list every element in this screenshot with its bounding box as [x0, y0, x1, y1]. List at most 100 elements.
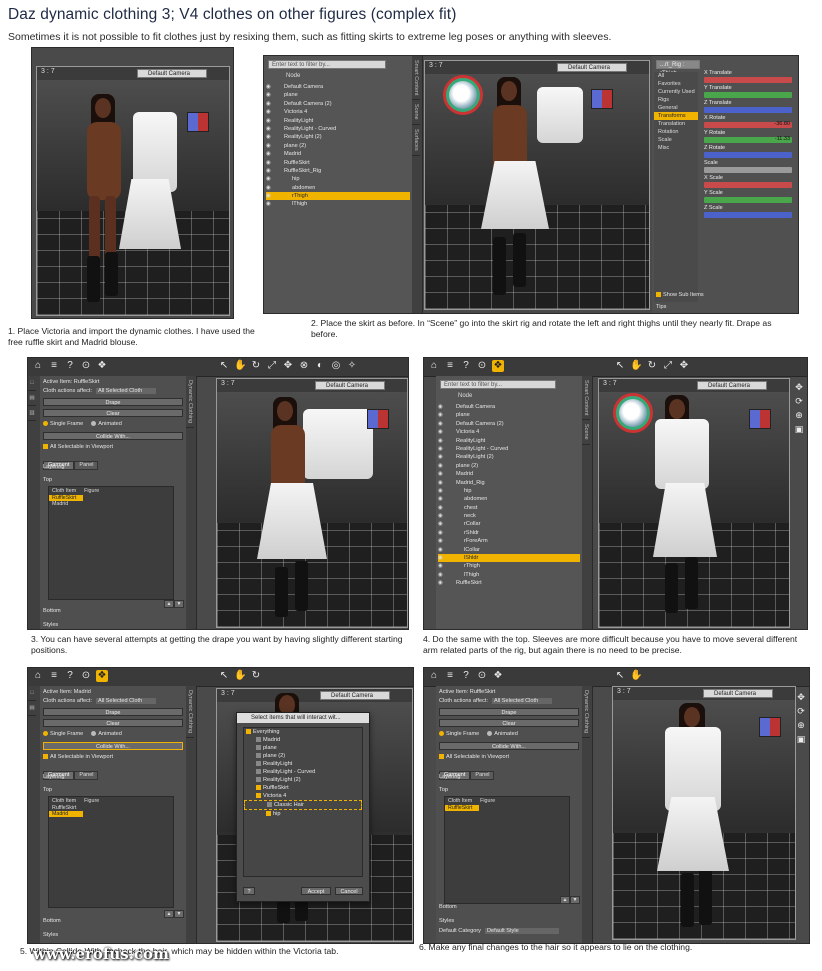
- scene-node[interactable]: ◉ rThigh: [266, 192, 410, 201]
- select-tool-icon[interactable]: ↖: [218, 670, 230, 682]
- collide-item[interactable]: plane (2): [244, 752, 362, 760]
- camera-tool-icon[interactable]: ◎: [330, 360, 342, 372]
- move-up-icon[interactable]: ▲: [164, 600, 174, 608]
- item-checkbox-icon[interactable]: [246, 729, 251, 735]
- viewport[interactable]: 3 : 7 Default Camera ✥ ⟳ ⊕ ▣: [36, 66, 230, 316]
- scene-node[interactable]: ◉ Default Camera: [266, 83, 410, 91]
- item-checkbox-icon[interactable]: [256, 761, 261, 767]
- item-checkbox-icon[interactable]: [267, 802, 272, 808]
- zoom-icon[interactable]: ⊕: [794, 410, 804, 420]
- help-icon[interactable]: ?: [64, 360, 76, 372]
- scene-node[interactable]: ◉ RealityLight: [438, 437, 580, 445]
- slider-track[interactable]: [704, 167, 792, 173]
- visibility-icon[interactable]: ◉: [266, 142, 282, 150]
- zoom-icon[interactable]: ⊕: [796, 720, 806, 730]
- visibility-icon[interactable]: ◉: [438, 495, 454, 503]
- rotate-icon[interactable]: ⟳: [796, 706, 806, 716]
- visibility-icon[interactable]: ◉: [438, 520, 454, 528]
- visibility-icon[interactable]: ◉: [438, 571, 454, 579]
- parameter-slider[interactable]: Y Scale: [702, 190, 794, 205]
- scale-tool-icon[interactable]: ⤢: [266, 360, 278, 372]
- move-down-icon[interactable]: ▼: [174, 600, 184, 608]
- help-icon[interactable]: ?: [460, 670, 472, 682]
- cloth-item-row[interactable]: RuffleSkirt: [445, 805, 479, 811]
- scene-node[interactable]: ◉ RuffleSkirt: [266, 159, 410, 167]
- scene-node[interactable]: ◉ lCollar: [438, 546, 580, 554]
- tab-dynamic-clothing[interactable]: Dynamic Clothing: [186, 686, 194, 739]
- slider-track[interactable]: [704, 152, 792, 158]
- parameter-slider[interactable]: X Scale: [702, 175, 794, 190]
- move-up-icon[interactable]: ▲: [560, 896, 570, 904]
- accept-button[interactable]: Accept: [301, 887, 331, 895]
- visibility-icon[interactable]: ◉: [438, 504, 454, 512]
- visibility-icon[interactable]: ◉: [266, 192, 282, 200]
- viewport[interactable]: 3 : 7 Default Camera ✥ ⟳ ⊕ ▣: [424, 60, 650, 310]
- tab-surfaces[interactable]: Surfaces: [412, 125, 420, 156]
- slider-track[interactable]: [704, 92, 792, 98]
- drape-button[interactable]: Drape: [43, 708, 183, 716]
- cloth-item-row[interactable]: Madrid: [49, 811, 83, 817]
- move-down-icon[interactable]: ▼: [174, 910, 184, 918]
- collide-item[interactable]: Everything: [244, 728, 362, 736]
- show-sub-items-checkbox[interactable]: Show Sub Items: [656, 292, 704, 298]
- light-gizmo-icon[interactable]: [443, 75, 483, 115]
- home-icon[interactable]: ⌂: [428, 670, 440, 682]
- slider-track[interactable]: [704, 212, 792, 218]
- node-tool-icon[interactable]: ⊗: [298, 360, 310, 372]
- visibility-icon[interactable]: ◉: [438, 437, 454, 445]
- scene-node[interactable]: ◉ plane: [266, 91, 410, 99]
- collide-item[interactable]: plane: [244, 744, 362, 752]
- content-icon[interactable]: ❖: [96, 360, 108, 372]
- scene-node[interactable]: ◉ rThigh: [438, 562, 580, 570]
- new-icon[interactable]: □: [28, 686, 36, 701]
- style-select[interactable]: Default Style: [484, 928, 559, 934]
- animated-radio[interactable]: [487, 731, 493, 737]
- tab-scene[interactable]: Scene: [412, 100, 420, 126]
- collide-item[interactable]: Victoria 4: [244, 792, 362, 800]
- viewport[interactable]: 3 : 7 Default Camera: [598, 378, 790, 628]
- tab-dynamic-clothing[interactable]: Dynamic Clothing: [582, 686, 590, 739]
- scene-node[interactable]: ◉ plane: [438, 411, 580, 419]
- target-icon[interactable]: ⊙: [476, 360, 488, 372]
- visibility-icon[interactable]: ◉: [438, 445, 454, 453]
- scene-node[interactable]: ◉ RealityLight - Curved: [438, 445, 580, 453]
- visibility-icon[interactable]: ◉: [438, 479, 454, 487]
- scene-node[interactable]: ◉ RealityLight (2): [266, 133, 410, 141]
- visibility-icon[interactable]: ◉: [438, 453, 454, 461]
- visibility-icon[interactable]: ◉: [266, 200, 282, 208]
- scene-node[interactable]: ◉ Madrid: [266, 150, 410, 158]
- select-tool-icon[interactable]: ↖: [218, 360, 230, 372]
- visibility-icon[interactable]: ◉: [266, 125, 282, 133]
- parameter-group-item[interactable]: General: [654, 104, 698, 112]
- scene-node[interactable]: ◉ Madrid_Rig: [438, 479, 580, 487]
- menu-icon[interactable]: ≡: [444, 360, 456, 372]
- scene-node[interactable]: ◉ hip: [266, 175, 410, 183]
- item-checkbox-icon[interactable]: [256, 753, 261, 759]
- parameter-slider[interactable]: Z Translate: [702, 100, 794, 115]
- target-icon[interactable]: ⊙: [80, 360, 92, 372]
- visibility-icon[interactable]: ◉: [438, 512, 454, 520]
- move-up-icon[interactable]: ▲: [164, 910, 174, 918]
- parameter-group-item[interactable]: Favorites: [654, 80, 698, 88]
- tab-dynamic-clothing[interactable]: Dynamic Clothing: [186, 376, 194, 429]
- visibility-icon[interactable]: ◉: [266, 100, 282, 108]
- rotate-tool-icon[interactable]: ↻: [250, 670, 262, 682]
- animated-radio[interactable]: [91, 731, 97, 737]
- visibility-icon[interactable]: ◉: [266, 91, 282, 99]
- scene-node[interactable]: ◉ neck: [438, 512, 580, 520]
- visibility-icon[interactable]: ◉: [266, 117, 282, 125]
- pose-tool-icon[interactable]: ✋: [630, 670, 642, 682]
- scene-node[interactable]: ◉ chest: [438, 504, 580, 512]
- parameter-slider[interactable]: Y Rotate -11.33: [702, 130, 794, 145]
- item-checkbox-icon[interactable]: [256, 793, 261, 799]
- parameter-group-item[interactable]: All: [654, 72, 698, 80]
- home-icon[interactable]: ⌂: [32, 670, 44, 682]
- move-icon[interactable]: ✥: [794, 382, 804, 392]
- rotate-icon[interactable]: ⟳: [794, 396, 804, 406]
- visibility-icon[interactable]: ◉: [266, 159, 282, 167]
- single-frame-radio[interactable]: [43, 731, 48, 737]
- visibility-icon[interactable]: ◉: [438, 562, 454, 570]
- clear-button[interactable]: Clear: [439, 719, 579, 727]
- drape-button[interactable]: Drape: [439, 708, 579, 716]
- light-gizmo-icon[interactable]: [613, 393, 653, 433]
